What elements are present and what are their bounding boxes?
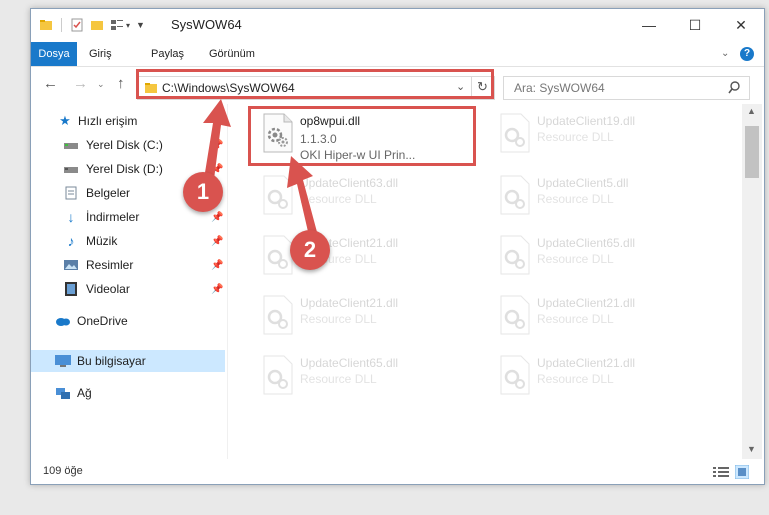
file-item[interactable]: UpdateClient65.dll Resource DLL — [487, 230, 707, 282]
network-icon — [55, 385, 71, 401]
search-box[interactable]: Ara: SysWOW64 — [503, 76, 750, 100]
customize-toolbar-icon[interactable]: ▼ — [136, 20, 145, 30]
dll-file-icon — [500, 235, 530, 275]
quick-access-toolbar: ▾ ▼ — [39, 17, 145, 33]
documents-icon — [63, 185, 79, 201]
sidebar-item-label: Resimler — [86, 258, 134, 272]
up-arrow-icon[interactable]: ↑ — [117, 75, 125, 92]
music-icon: ♪ — [67, 233, 75, 249]
sidebar-item-label: Yerel Disk (D:) — [86, 162, 163, 176]
pin-icon[interactable]: 📌 — [211, 212, 223, 223]
file-type: Resource DLL — [537, 312, 614, 326]
pin-icon[interactable]: 📌 — [211, 236, 223, 247]
details-view-icon[interactable] — [713, 466, 729, 478]
tab-home[interactable]: Giriş — [89, 42, 112, 66]
sidebar-item-pictures[interactable]: Resimler 📌 — [31, 254, 225, 276]
file-name: UpdateClient21.dll — [537, 356, 636, 370]
downloads-icon: ↓ — [67, 209, 75, 225]
file-item[interactable]: UpdateClient21.dll Resource DLL — [487, 290, 707, 342]
new-folder-icon[interactable] — [90, 18, 104, 32]
properties-icon[interactable] — [70, 18, 84, 32]
sidebar-item-music[interactable]: ♪ Müzik 📌 — [31, 230, 225, 252]
file-type: Resource DLL — [537, 192, 614, 206]
tab-view[interactable]: Görünüm — [209, 42, 255, 66]
recent-locations-icon[interactable]: ⌄ — [97, 79, 105, 90]
file-name: UpdateClient65.dll — [537, 236, 636, 250]
view-options-icon[interactable] — [110, 18, 124, 32]
ribbon: Dosya Giriş Paylaş Görünüm ⌄ ? — [31, 42, 764, 67]
vertical-scrollbar[interactable]: ▲ ▼ — [742, 104, 762, 459]
status-bar: 109 öğe — [31, 460, 764, 484]
drive-icon — [63, 137, 79, 153]
file-name: UpdateClient19.dll — [537, 114, 636, 128]
sidebar-item-label: İndirmeler — [86, 210, 140, 224]
window-title: SysWOW64 — [171, 17, 242, 32]
file-item[interactable]: UpdateClient5.dll Resource DLL — [487, 170, 707, 222]
sidebar-item-label: Belgeler — [86, 186, 131, 200]
tab-file[interactable]: Dosya — [31, 42, 77, 66]
sidebar-item-label: Bu bilgisayar — [77, 354, 146, 368]
file-type: Resource DLL — [537, 252, 614, 266]
forward-arrow-icon[interactable]: → — [73, 75, 88, 92]
search-input[interactable]: Ara: SysWOW64 — [514, 81, 605, 95]
title-bar: ▾ ▼ SysWOW64 — ☐ ✕ — [31, 9, 764, 41]
file-item[interactable]: UpdateClient21.dll Resource DLL — [250, 290, 470, 342]
scroll-thumb[interactable] — [745, 126, 759, 178]
back-arrow-icon[interactable]: ← — [43, 75, 58, 92]
help-icon[interactable]: ? — [740, 47, 754, 61]
file-type: Resource DLL — [300, 372, 377, 386]
sidebar-item-videos[interactable]: Videolar 📌 — [31, 278, 225, 300]
arrow-step-2 — [287, 156, 317, 236]
sidebar-item-label: Ağ — [77, 386, 92, 400]
file-name: UpdateClient65.dll — [300, 356, 399, 370]
tab-share[interactable]: Paylaş — [151, 42, 184, 66]
pin-icon[interactable]: 📌 — [211, 284, 223, 295]
pictures-icon — [63, 257, 79, 273]
file-item[interactable]: UpdateClient65.dll Resource DLL — [250, 350, 470, 402]
sidebar-item-this-pc[interactable]: Bu bilgisayar — [31, 350, 225, 372]
sidebar-item-onedrive[interactable]: OneDrive — [31, 310, 225, 332]
scroll-down-icon[interactable]: ▼ — [747, 444, 756, 454]
file-name: UpdateClient5.dll — [537, 176, 629, 190]
star-icon: ★ — [59, 113, 71, 128]
step-1-badge: 1 — [183, 172, 223, 212]
sidebar-item-network[interactable]: Ağ — [31, 382, 225, 404]
item-count: 109 öğe — [43, 465, 83, 477]
dll-file-icon — [500, 175, 530, 215]
expand-ribbon-icon[interactable]: ⌄ — [721, 42, 729, 66]
file-item[interactable]: UpdateClient19.dll Resource DLL — [487, 108, 707, 160]
sidebar-item-label: Müzik — [86, 234, 118, 248]
computer-icon — [55, 353, 71, 369]
sidebar-item-label: Yerel Disk (C:) — [86, 138, 163, 152]
search-icon[interactable] — [728, 81, 741, 94]
file-name: UpdateClient21.dll — [537, 296, 636, 310]
sidebar-item-label: OneDrive — [77, 314, 128, 328]
dll-file-icon — [500, 355, 530, 395]
scroll-up-icon[interactable]: ▲ — [747, 106, 756, 116]
close-button[interactable]: ✕ — [718, 9, 764, 41]
drive-icon — [63, 161, 79, 177]
minimize-button[interactable]: — — [626, 9, 672, 41]
file-type: Resource DLL — [300, 312, 377, 326]
large-icons-view-icon[interactable] — [735, 465, 749, 479]
sidebar-item-label: Hızlı erişim — [78, 114, 138, 128]
dll-file-icon — [500, 113, 530, 153]
cloud-icon — [55, 313, 71, 329]
file-type: Resource DLL — [537, 130, 614, 144]
maximize-button[interactable]: ☐ — [672, 9, 718, 41]
chevron-down-icon[interactable]: ▾ — [126, 21, 130, 30]
dll-file-icon — [500, 295, 530, 335]
step-2-badge: 2 — [290, 230, 330, 270]
folder-icon — [40, 20, 52, 30]
file-name: UpdateClient21.dll — [300, 296, 399, 310]
sidebar-item-label: Videolar — [86, 282, 130, 296]
videos-icon — [63, 281, 79, 297]
file-type: Resource DLL — [537, 372, 614, 386]
pin-icon[interactable]: 📌 — [211, 260, 223, 271]
dll-file-icon — [263, 355, 293, 395]
dll-file-icon — [263, 295, 293, 335]
file-item[interactable]: UpdateClient21.dll Resource DLL — [487, 350, 707, 402]
